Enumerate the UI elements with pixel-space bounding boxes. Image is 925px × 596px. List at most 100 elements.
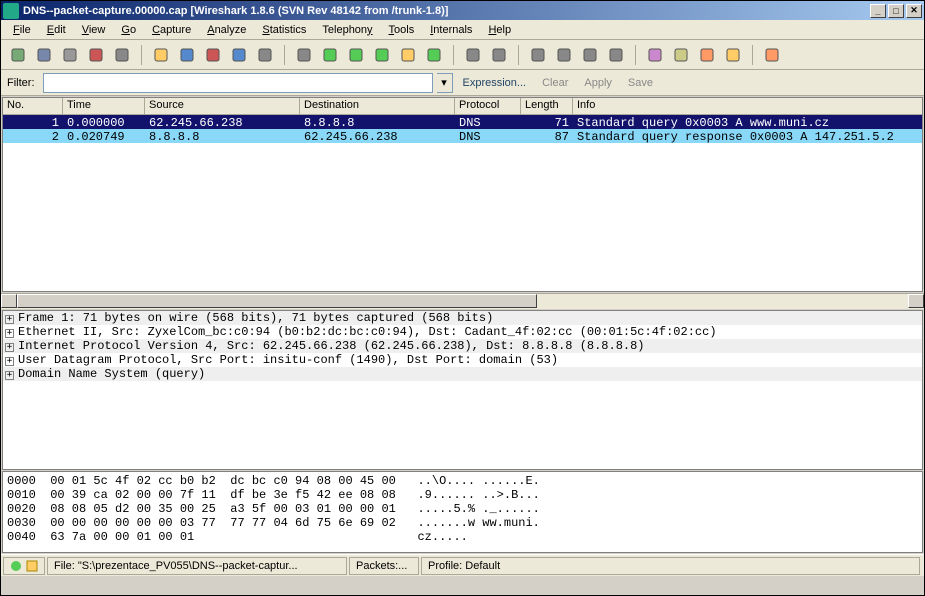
expand-icon[interactable]: + [5,329,14,338]
clear-button[interactable]: Clear [536,77,574,89]
reload-button[interactable] [228,44,250,66]
menu-file[interactable]: File [5,22,39,38]
save-button[interactable]: Save [622,77,659,89]
filter-dropdown-button[interactable]: ▾ [437,73,453,93]
menu-analyze[interactable]: Analyze [199,22,254,38]
packet-list-pane[interactable]: No. Time Source Destination Protocol Len… [2,97,923,292]
go-last-button[interactable] [423,44,445,66]
menu-view[interactable]: View [74,22,114,38]
prefs-button[interactable] [722,44,744,66]
save-button[interactable] [176,44,198,66]
help-toolbar-button[interactable] [761,44,783,66]
minimize-button[interactable]: _ [870,4,886,18]
packet-bytes-pane[interactable]: 0000 00 01 5c 4f 02 cc b0 b2 dc bc c0 94… [2,471,923,553]
cell-info: Standard query 0x0003 A www.muni.cz [573,115,922,129]
cell-protocol: DNS [455,115,521,129]
status-file-text: File: "S:\prezentace_PV055\DNS--packet-c… [54,560,298,572]
capture-options-button[interactable] [33,44,55,66]
filter-input[interactable] [43,73,433,93]
help-toolbar-icon [764,47,780,63]
go-first-button[interactable] [397,44,419,66]
packet-list-scrollbar[interactable] [1,293,924,309]
menu-go[interactable]: Go [113,22,144,38]
capture-filter-button[interactable] [644,44,666,66]
tree-row[interactable]: +Domain Name System (query) [3,367,922,381]
cell-no: 1 [3,115,63,129]
packet-details-pane[interactable]: +Frame 1: 71 bytes on wire (568 bits), 7… [2,310,923,470]
find-button[interactable] [293,44,315,66]
col-protocol[interactable]: Protocol [455,98,521,114]
col-info[interactable]: Info [573,98,922,114]
auto-scroll-button[interactable] [488,44,510,66]
table-row[interactable]: 10.00000062.245.66.2388.8.8.8DNS71Standa… [3,115,922,129]
tree-row[interactable]: + Internet Protocol Version 4, Src: 62.24… [3,339,922,353]
colorize-button[interactable] [462,44,484,66]
status-expert-info[interactable] [3,557,45,575]
start-capture-button[interactable] [59,44,81,66]
menu-help[interactable]: Help [480,22,519,38]
interfaces-icon [10,47,26,63]
tree-label: Internet Protocol Version 4, Src: 62.245… [18,339,645,353]
titlebar[interactable]: DNS--packet-capture.00000.cap [Wireshark… [1,1,924,20]
tree-label: Ethernet II, Src: ZyxelCom_bc:c0:94 (b0:… [18,325,717,339]
scroll-thumb[interactable] [17,294,537,308]
menu-telephony[interactable]: Telephony [314,22,380,38]
colorize-icon [465,47,481,63]
tree-row[interactable]: + Ethernet II, Src: ZyxelCom_bc:c0:94 (b0… [3,325,922,339]
cell-info: Standard query response 0x0003 A 147.251… [573,129,922,143]
go-forward-button[interactable] [345,44,367,66]
col-no[interactable]: No. [3,98,63,114]
col-destination[interactable]: Destination [300,98,455,114]
print-button[interactable] [254,44,276,66]
maximize-button[interactable]: □ [888,4,904,18]
go-back-button[interactable] [319,44,341,66]
cell-time: 0.000000 [63,115,145,129]
stop-capture-icon [88,47,104,63]
scroll-right-button[interactable] [908,294,924,308]
menu-statistics[interactable]: Statistics [254,22,314,38]
save-icon [179,47,195,63]
coloring-rules-icon [699,47,715,63]
toolbar-separator [284,45,285,65]
tree-row[interactable]: +User Datagram Protocol, Src Port: insit… [3,353,922,367]
zoom-out-icon [556,47,572,63]
packet-list-header[interactable]: No. Time Source Destination Protocol Len… [3,98,922,115]
restart-capture-button[interactable] [111,44,133,66]
status-profile[interactable]: Profile: Default [421,557,920,575]
coloring-rules-button[interactable] [696,44,718,66]
go-to-button[interactable] [371,44,393,66]
menu-internals[interactable]: Internals [422,22,480,38]
expand-icon[interactable]: + [5,371,14,380]
col-length[interactable]: Length [521,98,573,114]
open-button[interactable] [150,44,172,66]
resize-columns-button[interactable] [605,44,627,66]
table-row[interactable]: 20.0207498.8.8.862.245.66.238DNS87Standa… [3,129,922,143]
stop-capture-button[interactable] [85,44,107,66]
go-back-icon [322,47,338,63]
expand-icon[interactable]: + [5,315,14,324]
filter-label: Filter: [7,77,35,89]
zoom-fit-button[interactable] [579,44,601,66]
expression-button[interactable]: Expression... [457,77,533,89]
expand-icon[interactable]: + [5,357,14,366]
menu-edit[interactable]: Edit [39,22,74,38]
capture-options-icon [36,47,52,63]
expand-icon[interactable]: + [5,343,14,352]
toolbar-separator [518,45,519,65]
zoom-in-button[interactable] [527,44,549,66]
tree-row[interactable]: +Frame 1: 71 bytes on wire (568 bits), 7… [3,311,922,325]
menu-capture[interactable]: Capture [144,22,199,38]
scroll-left-button[interactable] [1,294,17,308]
capture-filter-icon [647,47,663,63]
filter-bar: Filter: ▾ Expression... Clear Apply Save [1,70,924,96]
menu-tools[interactable]: Tools [381,22,423,38]
close-button[interactable]: ✕ [906,4,922,18]
display-filter-icon [673,47,689,63]
apply-button[interactable]: Apply [578,77,618,89]
zoom-out-button[interactable] [553,44,575,66]
close-button[interactable] [202,44,224,66]
interfaces-button[interactable] [7,44,29,66]
display-filter-button[interactable] [670,44,692,66]
col-source[interactable]: Source [145,98,300,114]
col-time[interactable]: Time [63,98,145,114]
